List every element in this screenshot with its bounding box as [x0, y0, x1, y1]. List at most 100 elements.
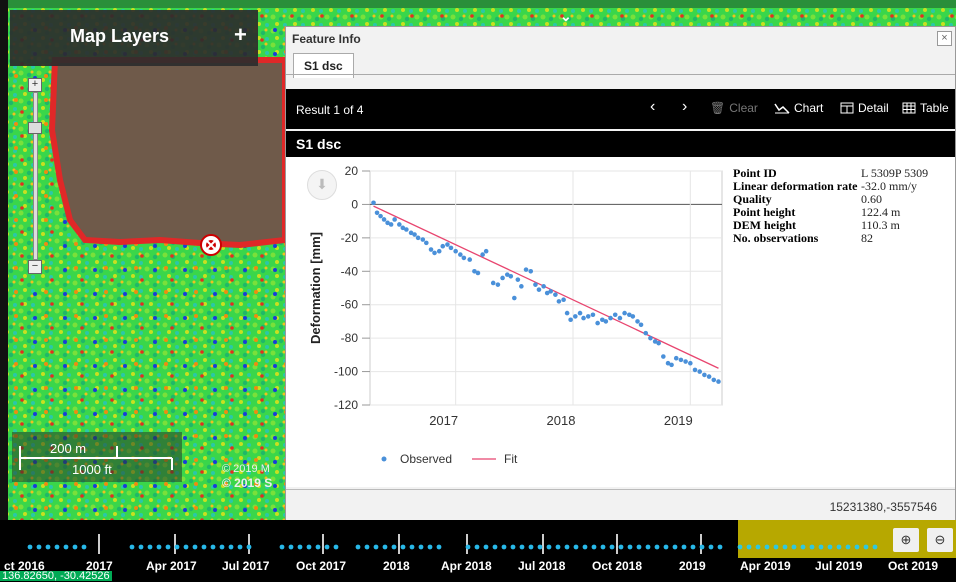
timeline-acquisition-dot[interactable] [845, 544, 851, 550]
close-icon[interactable]: × [937, 31, 952, 46]
timeline-acquisition-dot[interactable] [138, 544, 144, 550]
timeline-acquisition-dot[interactable] [827, 544, 833, 550]
timeline-acquisition-dot[interactable] [183, 544, 189, 550]
timeline-acquisition-dot[interactable] [755, 544, 761, 550]
timeline-acquisition-dot[interactable] [854, 544, 860, 550]
timeline-acquisition-dot[interactable] [863, 544, 869, 550]
timeline-acquisition-dot[interactable] [219, 544, 225, 550]
timeline-acquisition-dot[interactable] [436, 544, 442, 550]
timeline-acquisition-dot[interactable] [564, 544, 570, 550]
timeline-acquisition-dot[interactable] [210, 544, 216, 550]
timeline-acquisition-dot[interactable] [600, 544, 606, 550]
prev-result-button[interactable]: ‹ [650, 98, 655, 116]
timeline-acquisition-dot[interactable] [746, 544, 752, 550]
add-layer-button[interactable]: + [234, 22, 247, 48]
timeline-acquisition-dot[interactable] [627, 544, 633, 550]
timeline-acquisition-dot[interactable] [324, 544, 330, 550]
timeline-acquisition-dot[interactable] [373, 544, 379, 550]
timeline-selection[interactable] [738, 520, 956, 558]
timeline-acquisition-dot[interactable] [237, 544, 243, 550]
timeline-acquisition-dot[interactable] [400, 544, 406, 550]
download-chart-button[interactable]: ⬇ [307, 170, 337, 200]
timeline-acquisition-dot[interactable] [165, 544, 171, 550]
timeline-acquisition-dot[interactable] [279, 544, 285, 550]
timeline-acquisition-dot[interactable] [501, 544, 507, 550]
timeline-acquisition-dot[interactable] [546, 544, 552, 550]
timeline-acquisition-dot[interactable] [555, 544, 561, 550]
timeline-acquisition-dot[interactable] [519, 544, 525, 550]
zoom-slider-handle[interactable] [28, 122, 42, 134]
timeline-acquisition-dot[interactable] [782, 544, 788, 550]
timeline-acquisition-dot[interactable] [364, 544, 370, 550]
timeline-bar[interactable]: ⊕ ⊖ ct 2016 2017 Apr 2017 Jul 2017 Oct 2017 2… [0, 520, 956, 581]
timeline-acquisition-dot[interactable] [872, 544, 878, 550]
timeline-acquisition-dot[interactable] [45, 544, 51, 550]
timeline-acquisition-dot[interactable] [391, 544, 397, 550]
table-button[interactable]: Table [902, 101, 949, 115]
timeline-acquisition-dot[interactable] [201, 544, 207, 550]
timeline-acquisition-dot[interactable] [609, 544, 615, 550]
zoom-in-button[interactable]: + [28, 78, 42, 92]
timeline-acquisition-dot[interactable] [382, 544, 388, 550]
timeline-acquisition-dot[interactable] [737, 544, 743, 550]
timeline-acquisition-dot[interactable] [800, 544, 806, 550]
timeline-acquisition-dot[interactable] [297, 544, 303, 550]
timeline-acquisition-dot[interactable] [663, 544, 669, 550]
timeline-acquisition-dot[interactable] [582, 544, 588, 550]
timeline-acquisition-dot[interactable] [818, 544, 824, 550]
timeline-acquisition-dot[interactable] [288, 544, 294, 550]
timeline-acquisition-dot[interactable] [690, 544, 696, 550]
timeline-acquisition-dot[interactable] [81, 544, 87, 550]
timeline-acquisition-dot[interactable] [409, 544, 415, 550]
timeline-acquisition-dot[interactable] [809, 544, 815, 550]
timeline-acquisition-dot[interactable] [717, 544, 723, 550]
chart-button[interactable]: Chart [774, 101, 823, 115]
timeline-acquisition-dot[interactable] [474, 544, 480, 550]
timeline-acquisition-dot[interactable] [836, 544, 842, 550]
timeline-acquisition-dot[interactable] [681, 544, 687, 550]
timeline-acquisition-dot[interactable] [528, 544, 534, 550]
timeline-acquisition-dot[interactable] [492, 544, 498, 550]
zoom-out-button[interactable]: − [28, 260, 42, 274]
timeline-acquisition-dot[interactable] [228, 544, 234, 550]
timeline-acquisition-dot[interactable] [654, 544, 660, 550]
timeline-acquisition-dot[interactable] [791, 544, 797, 550]
timeline-acquisition-dot[interactable] [156, 544, 162, 550]
timeline-acquisition-dot[interactable] [483, 544, 489, 550]
timeline-acquisition-dot[interactable] [27, 544, 33, 550]
timeline-acquisition-dot[interactable] [333, 544, 339, 550]
timeline-acquisition-dot[interactable] [246, 544, 252, 550]
timeline-acquisition-dot[interactable] [764, 544, 770, 550]
detail-button[interactable]: Detail [840, 101, 889, 115]
location-marker-icon[interactable] [200, 234, 222, 256]
timeline-zoom-out-icon[interactable]: ⊖ [927, 528, 953, 552]
chevron-down-icon[interactable]: ⌄ [560, 8, 572, 25]
zoom-track[interactable] [33, 92, 38, 260]
timeline-acquisition-dot[interactable] [636, 544, 642, 550]
timeline-acquisition-dot[interactable] [418, 544, 424, 550]
timeline-acquisition-dot[interactable] [355, 544, 361, 550]
timeline-acquisition-dot[interactable] [427, 544, 433, 550]
timeline-acquisition-dot[interactable] [591, 544, 597, 550]
timeline-acquisition-dot[interactable] [510, 544, 516, 550]
clear-button[interactable]: 🗑 Clear [710, 101, 758, 115]
timeline-acquisition-dot[interactable] [72, 544, 78, 550]
timeline-acquisition-dot[interactable] [129, 544, 135, 550]
timeline-acquisition-dot[interactable] [465, 544, 471, 550]
timeline-acquisition-dot[interactable] [537, 544, 543, 550]
timeline-acquisition-dot[interactable] [306, 544, 312, 550]
timeline-acquisition-dot[interactable] [54, 544, 60, 550]
timeline-acquisition-dot[interactable] [192, 544, 198, 550]
zoom-slider[interactable]: + − [28, 78, 42, 274]
timeline-acquisition-dot[interactable] [63, 544, 69, 550]
timeline-acquisition-dot[interactable] [699, 544, 705, 550]
next-result-button[interactable]: › [682, 98, 687, 116]
timeline-acquisition-dot[interactable] [315, 544, 321, 550]
timeline-acquisition-dot[interactable] [36, 544, 42, 550]
timeline-acquisition-dot[interactable] [645, 544, 651, 550]
timeline-acquisition-dot[interactable] [573, 544, 579, 550]
timeline-acquisition-dot[interactable] [672, 544, 678, 550]
timeline-acquisition-dot[interactable] [708, 544, 714, 550]
timeline-acquisition-dot[interactable] [174, 544, 180, 550]
timeline-acquisition-dot[interactable] [618, 544, 624, 550]
